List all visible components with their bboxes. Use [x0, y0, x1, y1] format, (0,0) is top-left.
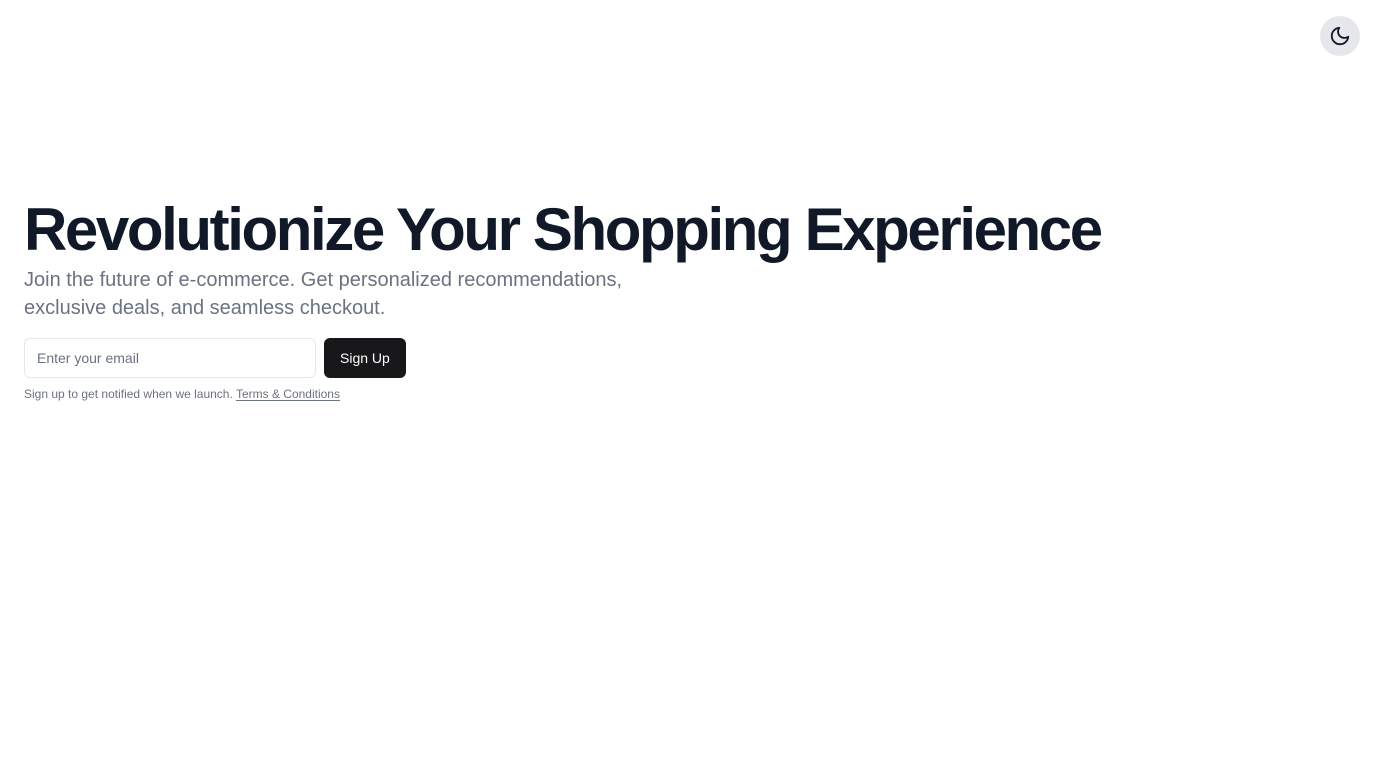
signup-note: Sign up to get notified when we launch. … [24, 386, 1224, 402]
sign-up-button[interactable]: Sign Up [324, 338, 406, 378]
theme-toggle-button[interactable] [1320, 16, 1360, 56]
moon-icon [1329, 25, 1351, 47]
signup-note-text: Sign up to get notified when we launch. [24, 387, 233, 401]
signup-form: Sign Up [24, 338, 1224, 378]
hero-subtitle: Join the future of e-commerce. Get perso… [24, 269, 623, 319]
email-input[interactable] [24, 338, 316, 378]
hero-title: Revolutionize Your Shopping Experience [24, 196, 1103, 263]
terms-link[interactable]: Terms & Conditions [236, 387, 340, 401]
hero-section: Revolutionize Your Shopping Experience J… [24, 196, 1224, 402]
